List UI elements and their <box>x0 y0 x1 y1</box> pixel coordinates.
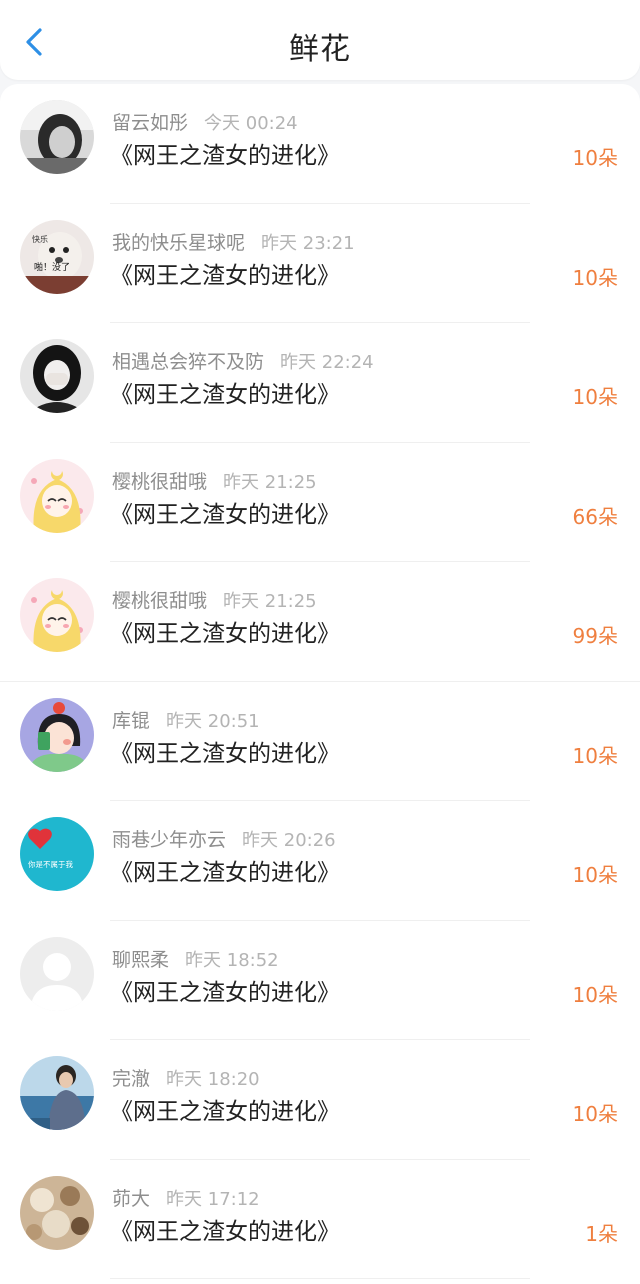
timestamp: 昨天 20:51 <box>166 710 260 732</box>
list-item[interactable]: 樱桃很甜哦 昨天 21:25 《网王之渣女的进化》 99朵 <box>0 562 640 682</box>
avatar-caption: 快乐 <box>32 234 48 244</box>
flower-count: 1朵 <box>585 1221 618 1246</box>
book-title: 《网王之渣女的进化》 <box>110 262 340 289</box>
avatar[interactable] <box>20 100 94 174</box>
divider <box>110 1278 530 1279</box>
flower-gift-list: 留云如彤 今天 00:24 《网王之渣女的进化》 10朵 快乐 啪！没了 我的快乐… <box>0 84 640 1284</box>
flower-count: 10朵 <box>572 982 618 1007</box>
flower-count: 10朵 <box>572 265 618 290</box>
list-item[interactable]: 聊熙柔 昨天 18:52 《网王之渣女的进化》 10朵 <box>0 921 640 1040</box>
sender-name: 雨巷少年亦云 <box>112 829 227 851</box>
flower-count: 10朵 <box>572 743 618 768</box>
flower-count: 66朵 <box>572 504 618 529</box>
list-item[interactable]: 你是不属于我 雨巷少年亦云 昨天 20:26 《网王之渣女的进化》 10朵 <box>0 801 640 921</box>
page-title: 鲜花 <box>289 32 351 67</box>
timestamp: 昨天 21:25 <box>223 471 317 493</box>
sender-name: 樱桃很甜哦 <box>112 470 208 493</box>
list-item[interactable]: 快乐 啪！没了 我的快乐星球呢 昨天 23:21 《网王之渣女的进化》 10朵 <box>0 204 640 323</box>
avatar-caption: 啪！没了 <box>34 261 70 273</box>
default-user-icon <box>20 936 94 1011</box>
timestamp: 昨天 22:24 <box>280 352 374 373</box>
timestamp: 昨天 17:12 <box>166 1188 260 1210</box>
sender-name: 樱桃很甜哦 <box>112 590 208 612</box>
avatar[interactable] <box>20 936 94 1011</box>
timestamp: 今天 00:24 <box>204 113 298 134</box>
list-item[interactable]: 樱桃很甜哦 昨天 21:25 《网王之渣女的进化》 66朵 <box>0 443 640 562</box>
book-title: 《网王之渣女的进化》 <box>110 621 340 647</box>
book-title: 《网王之渣女的进化》 <box>110 501 340 528</box>
list-item[interactable]: 库锟 昨天 20:51 《网王之渣女的进化》 10朵 <box>0 682 640 801</box>
sender-name: 库锟 <box>112 709 151 732</box>
flower-count: 99朵 <box>572 624 618 648</box>
timestamp: 昨天 20:26 <box>242 830 336 851</box>
list-item[interactable]: 茆大 昨天 17:12 《网王之渣女的进化》 1朵 <box>0 1160 640 1279</box>
sender-name: 茆大 <box>112 1187 151 1210</box>
timestamp: 昨天 21:25 <box>223 591 317 612</box>
avatar[interactable] <box>20 1175 94 1250</box>
sender-name: 留云如彤 <box>112 112 189 134</box>
avatar[interactable] <box>20 458 94 533</box>
list-item[interactable]: 相遇总会猝不及防 昨天 22:24 《网王之渣女的进化》 10朵 <box>0 323 640 443</box>
sender-name: 聊熙柔 <box>112 948 170 971</box>
avatar[interactable] <box>20 339 94 413</box>
sender-name: 完澈 <box>112 1068 151 1090</box>
avatar[interactable]: 你是不属于我 <box>20 817 94 891</box>
avatar[interactable] <box>20 697 94 772</box>
avatar-caption: 你是不属于我 <box>28 859 73 869</box>
list-item[interactable]: 完澈 昨天 18:20 《网王之渣女的进化》 10朵 <box>0 1040 640 1160</box>
book-title: 《网王之渣女的进化》 <box>110 143 340 169</box>
avatar[interactable] <box>20 578 94 652</box>
book-title: 《网王之渣女的进化》 <box>110 740 340 767</box>
timestamp: 昨天 23:21 <box>261 232 355 254</box>
book-title: 《网王之渣女的进化》 <box>110 860 340 886</box>
book-title: 《网王之渣女的进化》 <box>110 1218 340 1245</box>
avatar[interactable] <box>20 1056 94 1130</box>
book-title: 《网王之渣女的进化》 <box>110 382 340 408</box>
flower-count: 10朵 <box>572 863 618 887</box>
book-title: 《网王之渣女的进化》 <box>110 979 340 1006</box>
nav-bar: 鲜花 <box>0 0 640 80</box>
timestamp: 昨天 18:52 <box>185 949 279 971</box>
timestamp: 昨天 18:20 <box>166 1069 260 1090</box>
sender-name: 我的快乐星球呢 <box>112 231 246 254</box>
sender-name: 相遇总会猝不及防 <box>112 351 265 373</box>
list-item[interactable]: 留云如彤 今天 00:24 《网王之渣女的进化》 10朵 <box>0 84 640 204</box>
book-title: 《网王之渣女的进化》 <box>110 1099 340 1125</box>
flower-count: 10朵 <box>572 385 618 409</box>
avatar[interactable]: 快乐 啪！没了 <box>20 219 94 294</box>
flower-count: 10朵 <box>572 146 618 170</box>
flower-count: 10朵 <box>572 1102 618 1126</box>
